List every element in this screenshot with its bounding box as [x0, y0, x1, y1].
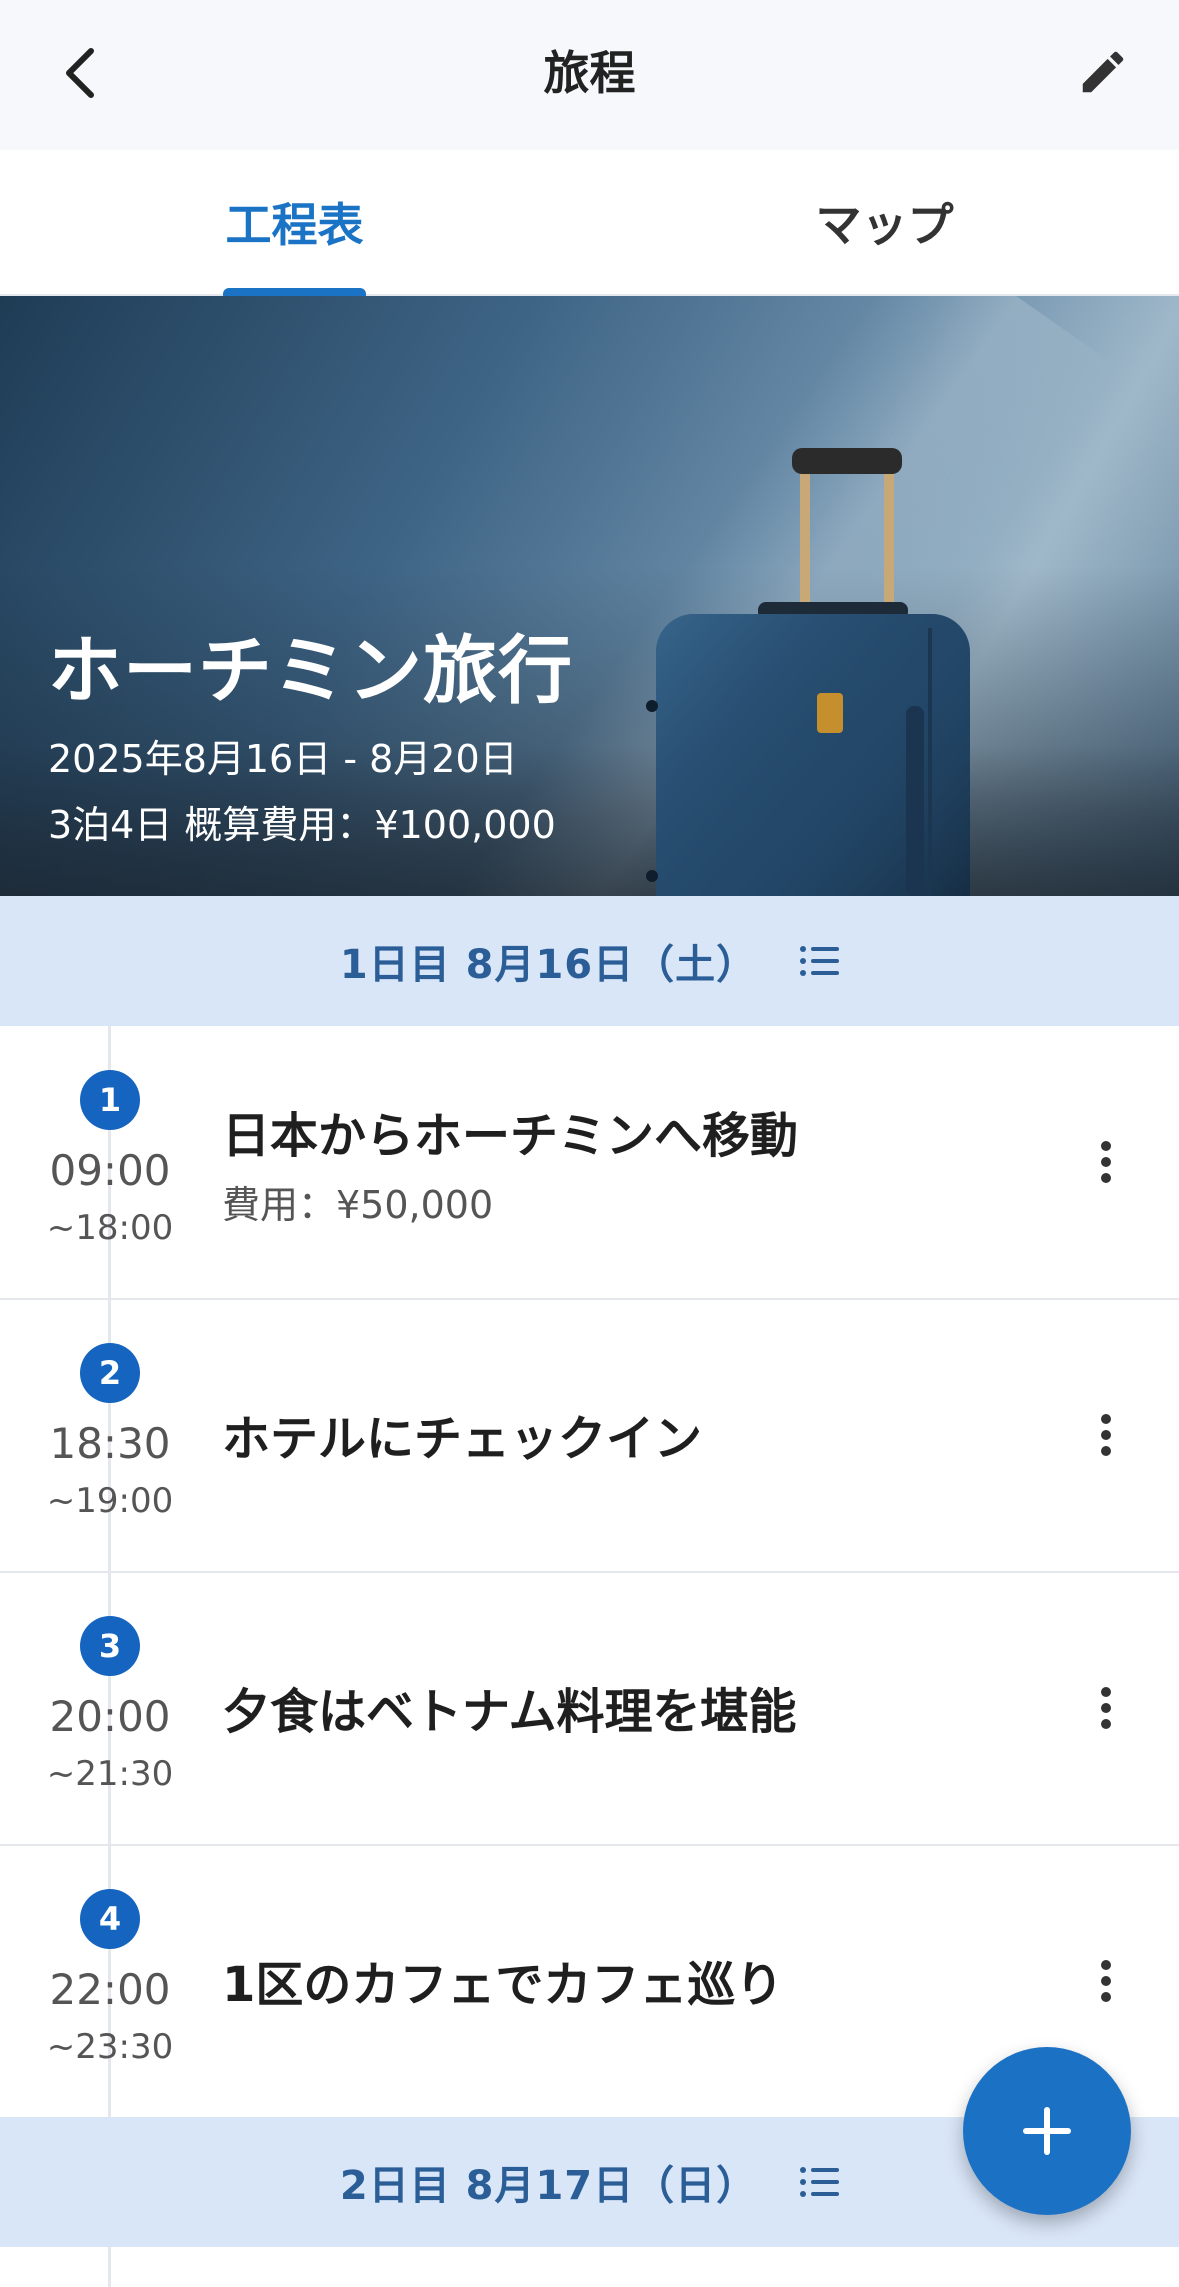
page-title: 旅程	[543, 46, 636, 100]
app-bar: 旅程	[0, 0, 1179, 150]
day-header-1[interactable]: 1日目 8月16日（土）	[0, 896, 1179, 1026]
tab-bar: 工程表 マップ	[0, 150, 1179, 296]
trip-hero-image: ホーチミン旅行 2025年8月16日 - 8月20日 3泊4日 概算費用：¥10…	[0, 296, 1179, 896]
add-item-button[interactable]	[963, 2047, 1131, 2215]
end-time: ~23:30	[46, 2027, 174, 2067]
item-title: 日本からホーチミンへ移動	[222, 1108, 799, 1164]
more-vert-icon	[1101, 1687, 1111, 1729]
start-time: 18:30	[49, 1419, 171, 1468]
list-icon[interactable]	[799, 2165, 840, 2199]
trip-summary: 3泊4日 概算費用：¥100,000	[48, 803, 556, 847]
edit-button[interactable]	[1067, 36, 1139, 108]
day-label: 2日目 8月17日（日）	[339, 2163, 758, 2209]
more-options-button[interactable]	[1080, 1941, 1132, 2021]
start-time: 09:00	[49, 1146, 171, 1195]
tab-itinerary[interactable]: 工程表	[0, 150, 589, 294]
start-time: 20:00	[49, 1692, 171, 1741]
plus-icon	[1023, 2107, 1071, 2155]
itinerary-item[interactable]: 1 09:00 ~18:00 日本からホーチミンへ移動 費用：¥50,000	[0, 1026, 1179, 1300]
more-options-button[interactable]	[1080, 1122, 1132, 1202]
item-cost: 費用：¥50,000	[222, 1183, 494, 1227]
more-vert-icon	[1101, 1960, 1111, 2002]
more-options-button[interactable]	[1080, 1668, 1132, 1748]
list-icon[interactable]	[799, 944, 840, 978]
end-time: ~18:00	[46, 1208, 174, 1248]
item-title: 夕食はベトナム料理を堪能	[222, 1684, 797, 1740]
end-time: ~21:30	[46, 1754, 174, 1794]
step-number-badge: 3	[80, 1616, 140, 1676]
itinerary-item[interactable]: 3 20:00 ~21:30 夕食はベトナム料理を堪能	[0, 1572, 1179, 1846]
more-options-button[interactable]	[1080, 1395, 1132, 1475]
active-tab-indicator	[223, 288, 366, 296]
day-label: 1日目 8月16日（土）	[339, 942, 758, 988]
suitcase-illustration	[646, 448, 970, 896]
step-number-badge: 4	[80, 1889, 140, 1949]
pencil-icon	[1082, 51, 1124, 93]
tab-map[interactable]: マップ	[590, 150, 1179, 294]
trip-dates: 2025年8月16日 - 8月20日	[48, 737, 518, 781]
more-vert-icon	[1101, 1141, 1111, 1183]
itinerary-item[interactable]: 2 18:30 ~19:00 ホテルにチェックイン	[0, 1299, 1179, 1573]
step-number-badge: 2	[80, 1343, 140, 1403]
end-time: ~19:00	[46, 1481, 174, 1521]
step-number-badge: 1	[80, 1070, 140, 1130]
item-title: ホテルにチェックイン	[222, 1411, 703, 1467]
start-time: 22:00	[49, 1965, 171, 2014]
item-title: 1区のカフェでカフェ巡り	[222, 1957, 784, 2013]
more-vert-icon	[1101, 1414, 1111, 1456]
trip-name: ホーチミン旅行	[48, 628, 573, 714]
